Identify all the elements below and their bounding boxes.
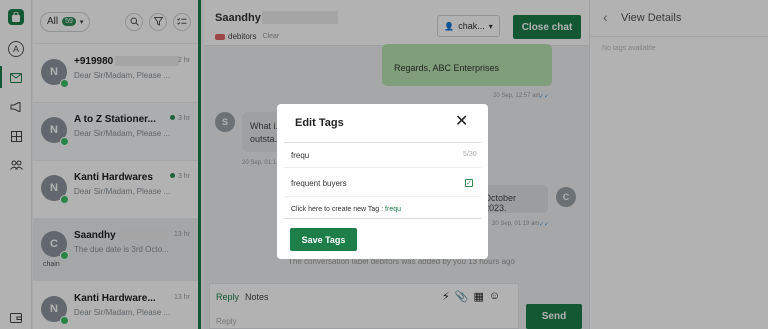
save-tags-button[interactable]: Save Tags — [290, 228, 357, 251]
modal-title: Edit Tags — [295, 117, 344, 129]
tag-option[interactable]: frequent buyers — [291, 179, 347, 188]
divider — [284, 218, 481, 219]
create-tag-link[interactable]: Click here to create new Tag : frequ — [291, 206, 401, 213]
create-tag-query: frequ — [385, 206, 402, 213]
character-count: 5/30 — [463, 151, 477, 158]
checkbox-checked-icon[interactable]: ✓ — [465, 179, 473, 187]
close-icon[interactable]: ✕ — [455, 111, 468, 131]
divider — [284, 142, 481, 143]
divider — [284, 196, 481, 197]
divider — [284, 167, 481, 168]
edit-tags-modal: Edit Tags ✕ frequ 5/30 frequent buyers ✓… — [277, 104, 488, 259]
tag-search-input[interactable]: frequ — [291, 151, 309, 160]
